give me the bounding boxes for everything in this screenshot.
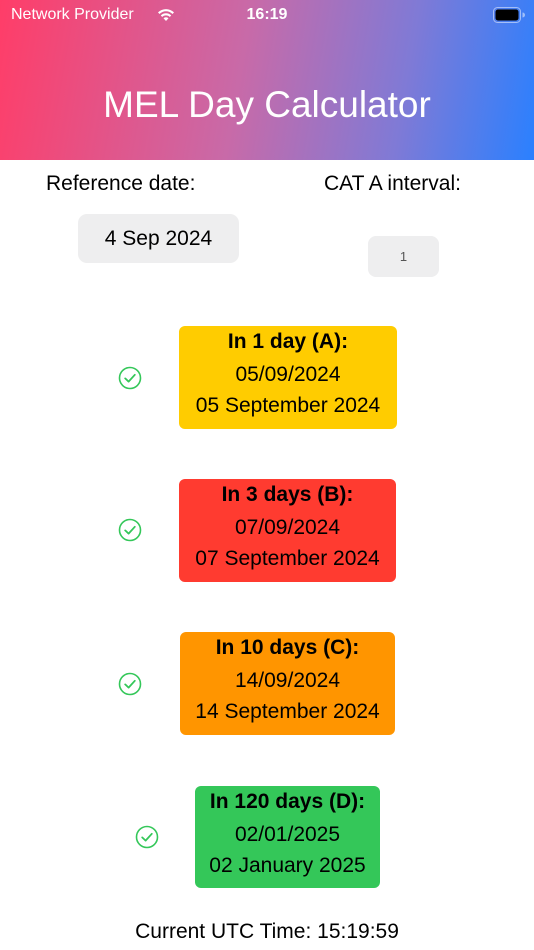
- result-date-long: 14 September 2024: [195, 700, 380, 723]
- current-utc-time: Current UTC Time: 15:19:59: [135, 920, 399, 943]
- result-title: In 10 days (C):: [215, 636, 360, 659]
- result-date-long: 07 September 2024: [195, 547, 380, 570]
- result-date-short: 14/09/2024: [234, 669, 341, 692]
- cat-a-interval-picker[interactable]: 1: [368, 236, 439, 277]
- result-card-b: In 3 days (B): 07/09/2024 07 September 2…: [179, 479, 396, 582]
- result-title: In 1 day (A):: [227, 330, 349, 353]
- result-date-short: 02/01/2025: [234, 823, 341, 846]
- checkmark-circle-icon: [118, 672, 142, 696]
- result-title: In 3 days (B):: [221, 483, 354, 506]
- result-card-d: In 120 days (D): 02/01/2025 02 January 2…: [195, 786, 380, 888]
- result-card-a: In 1 day (A): 05/09/2024 05 September 20…: [179, 326, 397, 429]
- cat-a-interval-value: 1: [399, 249, 408, 264]
- result-date-long: 05 September 2024: [195, 394, 381, 417]
- app-title: MEL Day Calculator: [103, 84, 431, 125]
- battery-icon: [493, 7, 525, 23]
- checkmark-circle-icon: [118, 518, 142, 542]
- result-date-short: 07/09/2024: [234, 516, 341, 539]
- cat-a-interval-label: CAT A interval:: [324, 172, 461, 195]
- result-date-long: 02 January 2025: [209, 854, 366, 877]
- checkmark-circle-icon: [118, 366, 142, 390]
- status-clock: 16:19: [246, 6, 288, 23]
- result-card-c: In 10 days (C): 14/09/2024 14 September …: [180, 632, 395, 735]
- result-title: In 120 days (D):: [209, 790, 366, 813]
- result-date-short: 05/09/2024: [235, 363, 341, 386]
- reference-date-picker[interactable]: 4 Sep 2024: [78, 214, 239, 263]
- reference-date-label: Reference date:: [46, 172, 196, 195]
- header-bar: Network Provider 16:19 MEL Day Calculato…: [0, 0, 534, 160]
- reference-date-value: 4 Sep 2024: [104, 226, 213, 250]
- status-bar: Network Provider 16:19: [0, 0, 534, 32]
- checkmark-circle-icon: [135, 825, 159, 849]
